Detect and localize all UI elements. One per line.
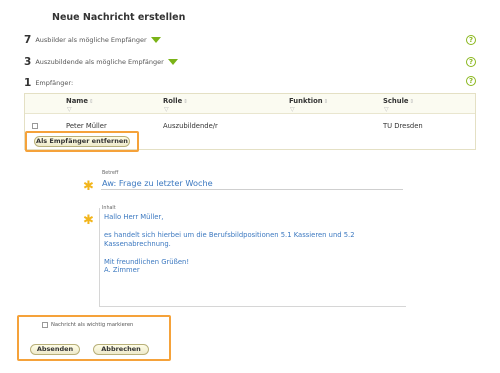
instructors-count: 7 [24,34,32,46]
help-icon[interactable]: ? [466,76,476,86]
column-header-funktion[interactable]: Funktion⇕ [289,97,328,105]
cell-schule: TU Dresden [383,122,423,130]
subject-label: Betreff [102,171,119,176]
cell-name: Peter Müller [66,122,107,130]
content-line: es handelt sich hierbei um die Berufsbil… [104,231,355,239]
remove-recipient-button[interactable]: Als Empfänger entfernen [34,136,130,147]
important-checkbox[interactable] [42,322,48,328]
content-line: Hallo Herr Müller, [104,213,164,221]
row-select-checkbox[interactable] [32,123,38,129]
filter-icon[interactable]: ▽ [164,106,169,113]
send-button[interactable]: Absenden [30,344,80,355]
page-title: Neue Nachricht erstellen [52,12,186,23]
expand-triangle-icon[interactable] [150,37,161,43]
help-icon[interactable]: ? [466,57,476,67]
cell-rolle: Auszubildende/r [163,122,218,130]
trainees-label: Auszubildende als mögliche Empfänger [35,58,164,66]
instructors-recipient-row[interactable]: 7 Ausbilder als mögliche Empfänger [24,33,161,47]
filter-icon[interactable]: ▽ [290,106,295,113]
required-star-icon: ✱ [83,213,94,228]
column-header-rolle[interactable]: Rolle⇕ [163,97,188,105]
recipients-label: Empfänger: [35,79,74,87]
required-star-icon: ✱ [83,179,94,194]
help-icon[interactable]: ? [466,35,476,45]
subject-input[interactable]: Aw: Frage zu letzter Woche [101,177,403,190]
trainees-recipient-row[interactable]: 3 Auszubildende als mögliche Empfänger [24,55,178,69]
selected-count: 1 [24,77,32,89]
sort-icon[interactable]: ⇕ [324,99,329,105]
trainees-count: 3 [24,56,32,68]
instructors-label: Ausbilder als mögliche Empfänger [35,36,147,44]
cancel-button[interactable]: Abbrechen [93,344,149,355]
content-line: Kassenabrechnung. [104,240,171,248]
filter-icon[interactable]: ▽ [384,106,389,113]
column-header-name[interactable]: Name⇕ [66,97,94,105]
sort-icon[interactable]: ⇕ [89,99,94,105]
selected-recipients-row: 1 Empfänger: [24,76,73,90]
filter-icon[interactable]: ▽ [67,106,72,113]
important-flag-row[interactable]: Nachricht als wichtig markieren [42,322,133,328]
column-header-schule[interactable]: Schule⇕ [383,97,414,105]
content-line: Mit freundlichen Grüßen! [104,258,190,266]
expand-triangle-icon[interactable] [167,59,178,65]
sort-icon[interactable]: ⇕ [183,99,188,105]
important-label: Nachricht als wichtig markieren [51,322,134,328]
content-line: A. Zimmer [104,266,140,274]
sort-icon[interactable]: ⇕ [410,99,415,105]
